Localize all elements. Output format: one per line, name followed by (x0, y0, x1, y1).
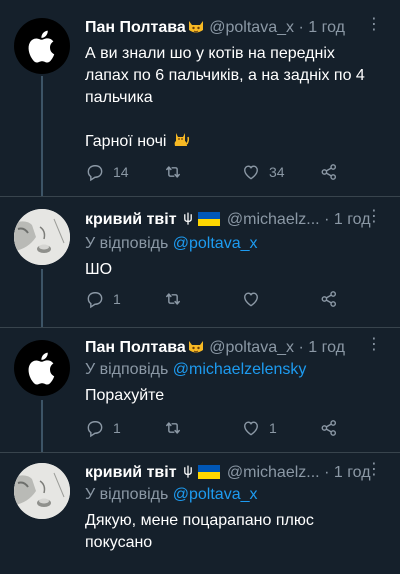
tweet-actions: 1 (85, 289, 355, 309)
reply-button[interactable]: 1 (85, 418, 121, 438)
reply-context: У відповідь @michaelzelensky (85, 359, 388, 381)
user-handle[interactable]: @michaelz... (227, 464, 320, 481)
tweet-header: Пан Полтава @poltava_x · 1 год ⋮ (85, 337, 388, 359)
separator-dot: · (324, 464, 330, 481)
tweet-actions: 1 1 (85, 418, 355, 438)
share-button[interactable] (319, 162, 339, 182)
cat-face-emoji-icon (188, 341, 203, 353)
heart-icon (244, 421, 258, 436)
reply-prefix: У відповідь (85, 486, 169, 503)
retweet-icon (166, 293, 180, 305)
tweet-header: Пан Полтава @poltava_x · 1 год ⋮ (85, 17, 388, 39)
user-handle[interactable]: @poltava_x (209, 19, 294, 36)
reply-context: У відповідь @poltava_x (85, 233, 388, 255)
share-icon (321, 291, 337, 307)
heart-icon (244, 292, 258, 307)
reply-button[interactable]: 1 (85, 289, 121, 309)
tweet-text-line: А ви знали шо у котів на передніх (85, 45, 335, 62)
share-button[interactable] (319, 418, 339, 438)
avatar-photo-image (14, 463, 70, 519)
more-options-icon[interactable]: ⋮ (366, 337, 382, 353)
tweet-2[interactable]: кривий твіт @michaelz... · 1 год ⋮ У від… (0, 197, 400, 327)
share-icon (321, 420, 337, 436)
retweet-icon (166, 422, 180, 434)
reply-to-handle-link[interactable]: @poltava_x (173, 486, 258, 503)
share-icon (321, 164, 337, 180)
thread-line (41, 400, 43, 452)
reply-icon (87, 292, 103, 309)
retweet-button[interactable] (163, 162, 183, 182)
tweet-text: Дякую, мене поцарапано плюс покусано (85, 510, 388, 554)
separator-dot: · (298, 19, 304, 36)
user-handle[interactable]: @poltava_x (209, 339, 294, 356)
user-handle[interactable]: @michaelz... (227, 211, 320, 228)
timestamp[interactable]: 1 год (308, 19, 345, 36)
reply-to-handle-link[interactable]: @poltava_x (173, 235, 258, 252)
reply-count: 14 (113, 164, 129, 180)
display-name[interactable]: кривий твіт (85, 211, 177, 228)
avatar[interactable] (14, 209, 70, 265)
tweet-actions: 14 34 (85, 162, 355, 182)
tweet-text: А ви знали шо у котів на передніх лапах … (85, 43, 388, 153)
reply-prefix: У відповідь (85, 361, 169, 378)
trident-emoji-icon (184, 465, 192, 478)
reply-count: 1 (113, 420, 121, 436)
reply-count: 1 (113, 291, 121, 307)
ukraine-flag-icon (198, 465, 221, 479)
ukraine-flag-icon (198, 212, 221, 226)
reply-context: У відповідь @poltava_x (85, 484, 388, 506)
retweet-button[interactable] (163, 289, 183, 309)
avatar-photo-image (14, 209, 70, 265)
like-count: 34 (269, 164, 285, 180)
display-name[interactable]: Пан Полтава (85, 19, 186, 36)
tweet-text-line: лапах по 6 пальчиків, а на задніх по 4 (85, 67, 365, 84)
thread-line (41, 76, 43, 196)
tweet-3[interactable]: Пан Полтава @poltava_x · 1 год ⋮ У відпо… (0, 328, 400, 452)
display-name[interactable]: Пан Полтава (85, 339, 186, 356)
more-options-icon[interactable]: ⋮ (366, 209, 382, 225)
tweet-text-line: Дякую, мене поцарапано плюс (85, 512, 314, 529)
tweet-header: кривий твіт @michaelz... · 1 год ⋮ (85, 462, 388, 484)
reply-prefix: У відповідь (85, 235, 169, 252)
separator-dot: · (324, 211, 330, 228)
reply-button[interactable]: 14 (85, 162, 129, 182)
more-options-icon[interactable]: ⋮ (366, 17, 382, 33)
tweet-header: кривий твіт @michaelz... · 1 год ⋮ (85, 209, 388, 231)
retweet-icon (166, 166, 180, 178)
like-count: 1 (269, 420, 277, 436)
tweet-text: ШО (85, 261, 113, 278)
reply-to-handle-link[interactable]: @michaelzelensky (173, 361, 307, 378)
reply-icon (87, 165, 103, 182)
apple-logo-icon (28, 30, 55, 63)
like-button[interactable]: 34 (241, 162, 285, 182)
trident-emoji-icon (184, 212, 192, 225)
tweet-text-line: пальчика (85, 89, 153, 106)
cat-face-emoji-icon (188, 21, 203, 33)
timestamp[interactable]: 1 год (308, 339, 345, 356)
tweet-1[interactable]: Пан Полтава @poltava_x · 1 год ⋮ А ви зн… (0, 0, 400, 196)
tweet-4[interactable]: кривий твіт @michaelz... · 1 год ⋮ У від… (0, 453, 400, 574)
share-button[interactable] (319, 289, 339, 309)
avatar[interactable] (14, 340, 70, 396)
retweet-button[interactable] (163, 418, 183, 438)
tweet-text: Порахуйте (85, 387, 165, 404)
heart-icon (244, 165, 258, 180)
avatar[interactable] (14, 18, 70, 74)
apple-logo-icon (28, 352, 55, 385)
tweet-text-line: Гарної ночі (85, 131, 388, 153)
avatar[interactable] (14, 463, 70, 519)
like-button[interactable]: 1 (241, 418, 277, 438)
tweet-text-line: покусано (85, 534, 153, 551)
like-button[interactable] (241, 289, 261, 309)
display-name[interactable]: кривий твіт (85, 464, 177, 481)
cat-emoji-icon (174, 133, 189, 146)
more-options-icon[interactable]: ⋮ (366, 462, 382, 478)
separator-dot: · (298, 339, 304, 356)
reply-icon (87, 421, 103, 438)
thread-line (41, 269, 43, 327)
